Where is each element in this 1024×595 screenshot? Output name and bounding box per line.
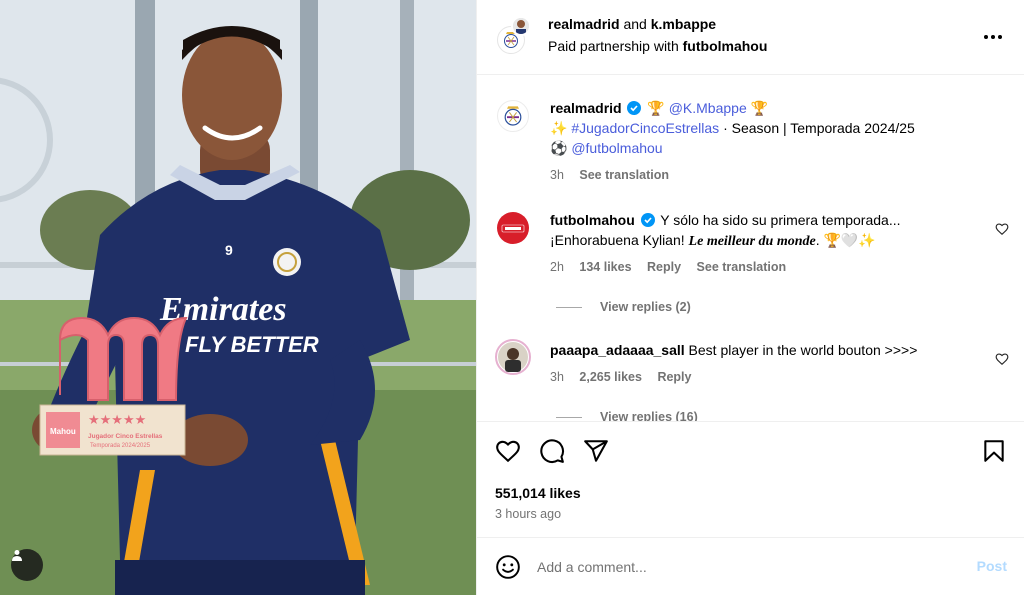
comment-username[interactable]: paaapa_adaaaa_sall (550, 342, 685, 358)
post-comment-button[interactable]: Post (977, 558, 1007, 574)
k-mbappe-avatar-image (513, 18, 529, 34)
comment-see-translation[interactable]: See translation (697, 260, 787, 274)
partner-prefix: Paid partnership with (548, 38, 679, 54)
post-header: realmadrid and k.mbappe Paid partnership… (477, 0, 1024, 75)
star-emoji: ✨ (550, 120, 568, 136)
comment-line1: Y sólo ha sido su primera temporada... (660, 212, 901, 228)
comments-list[interactable]: realmadrid 🏆 @K.Mbappe 🏆 ✨ #JugadorCinco… (477, 76, 1024, 421)
comment-meta: 2h 134 likes Reply See translation (550, 260, 798, 274)
realmadrid-username[interactable]: realmadrid (548, 16, 620, 32)
trophy-brand: Mahou (50, 427, 76, 436)
heart-icon[interactable] (495, 438, 521, 464)
comment-username[interactable]: futbolmahou (550, 212, 635, 228)
emoji-icon[interactable] (495, 554, 521, 580)
paid-partnership-label: Paid partnership with futbolmahou (548, 38, 767, 54)
mahou-logo-icon (501, 224, 525, 233)
share-icon[interactable] (583, 438, 609, 464)
comment-likes[interactable]: 134 likes (579, 260, 631, 274)
caption-text: realmadrid 🏆 @K.Mbappe 🏆 ✨ #JugadorCinco… (550, 98, 981, 158)
caption-season-text: · Season | Temporada 2024/25 (723, 120, 915, 136)
comment-reply-button[interactable]: Reply (657, 370, 691, 384)
likes-count[interactable]: 551,014 likes (495, 485, 581, 501)
comment-input[interactable] (537, 554, 957, 580)
trophy-emoji: 🏆 (647, 100, 665, 116)
comment-styled-text: Le meilleur du monde (688, 234, 816, 249)
and-word: and (623, 16, 647, 32)
k-mbappe-avatar (511, 16, 531, 36)
trophy-line2: Temporada 2024/2025 (90, 443, 151, 449)
bookmark-icon[interactable] (981, 438, 1007, 464)
more-options-button[interactable] (981, 25, 1005, 49)
post-photo[interactable]: 9 Emirates FLY BETTER Mahou ★★★★★ Jugado… (0, 0, 476, 595)
post-actions: 551,014 likes 3 hours ago (477, 421, 1024, 537)
paaapa-avatar-image (498, 342, 528, 372)
view-replies-button[interactable]: View replies (2) (550, 300, 691, 314)
post-time[interactable]: 3 hours ago (495, 507, 561, 521)
user-tag-icon (12, 550, 22, 561)
caption-see-translation[interactable]: See translation (579, 168, 669, 182)
comment-time[interactable]: 3h (550, 370, 564, 384)
svg-text:★★★★★: ★★★★★ (88, 413, 146, 428)
post-modal: 9 Emirates FLY BETTER Mahou ★★★★★ Jugado… (0, 0, 1024, 595)
comment-like-heart-icon[interactable] (995, 222, 1009, 236)
view-replies-button[interactable]: View replies (16) (550, 410, 698, 421)
comment-line2: ¡Enhorabuena Kylian! (550, 232, 685, 248)
trophy-line1: Jugador Cinco Estrellas (88, 433, 163, 440)
ball-emoji: ⚽ (550, 140, 568, 156)
caption-time[interactable]: 3h (550, 168, 564, 182)
caption-mention-mbappe[interactable]: @K.Mbappe (669, 100, 747, 116)
comment-emojis: 🏆🤍✨ (823, 232, 876, 248)
k-mbappe-username[interactable]: k.mbappe (651, 16, 716, 32)
paaapa-avatar[interactable] (495, 339, 531, 375)
comment-meta: 3h 2,265 likes Reply (550, 370, 703, 384)
post-details-panel: realmadrid and k.mbappe Paid partnership… (476, 0, 1024, 595)
verified-icon (640, 213, 655, 227)
caption-mention-futbolmahou[interactable]: @futbolmahou (571, 140, 662, 156)
collab-avatars[interactable] (497, 16, 541, 60)
comment-like-heart-icon[interactable] (995, 352, 1009, 366)
user-tags-button[interactable] (11, 549, 43, 581)
comment-likes[interactable]: 2,265 likes (579, 370, 642, 384)
futbolmahou-avatar[interactable] (497, 212, 529, 244)
jersey-sponsor-line2: FLY BETTER (185, 332, 319, 357)
trophy-emoji-2: 🏆 (750, 100, 769, 116)
verified-icon (627, 101, 642, 115)
replies-divider (556, 306, 582, 308)
more-icon (984, 35, 1002, 39)
caption-meta: 3h See translation (550, 168, 681, 182)
view-replies-label[interactable]: View replies (16) (600, 410, 698, 421)
post-photo-illustration: 9 Emirates FLY BETTER Mahou ★★★★★ Jugado… (0, 0, 476, 595)
comment-icon[interactable] (539, 438, 565, 464)
realmadrid-crest-icon (504, 106, 522, 126)
comment-text: futbolmahou Y sólo ha sido su primera te… (550, 212, 901, 249)
replies-divider (556, 416, 582, 418)
comment-reply-button[interactable]: Reply (647, 260, 681, 274)
comment-body: Best player in the world bouton >>>> (688, 342, 918, 358)
caption-username[interactable]: realmadrid (550, 100, 622, 116)
comment-time[interactable]: 2h (550, 260, 564, 274)
comment-text: paaapa_adaaaa_sall Best player in the wo… (550, 340, 981, 360)
comment-composer: Post (477, 537, 1024, 595)
caption-avatar[interactable] (497, 100, 529, 132)
view-replies-label[interactable]: View replies (2) (600, 300, 691, 314)
caption-hashtag[interactable]: #JugadorCincoEstrellas (571, 120, 719, 136)
jersey-number: 9 (225, 242, 233, 258)
partner-username[interactable]: futbolmahou (683, 38, 768, 54)
collab-names: realmadrid and k.mbappe (548, 16, 716, 32)
